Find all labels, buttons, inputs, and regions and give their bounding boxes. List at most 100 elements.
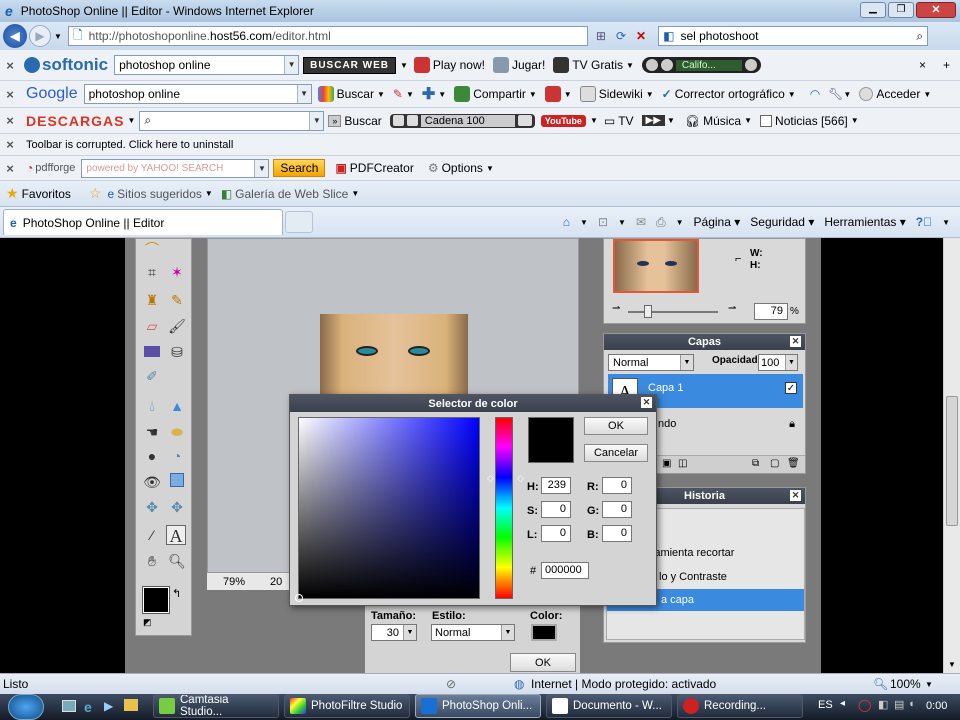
chevron-down-icon[interactable]: ▼: [309, 111, 324, 130]
refresh-icon[interactable]: ⟳: [616, 29, 626, 43]
favoritos-button[interactable]: ★ Favoritos: [6, 185, 71, 202]
close-icon[interactable]: ✕: [790, 490, 801, 501]
zoom-level[interactable]: 100%: [890, 677, 921, 691]
jugar-button[interactable]: Jugar!: [492, 57, 545, 73]
close-toolbar-icon[interactable]: ×: [0, 137, 20, 152]
back-button[interactable]: ◀: [3, 24, 27, 48]
text-ok-button[interactable]: OK: [510, 653, 576, 672]
zoom-slider[interactable]: [628, 305, 718, 318]
buscar-web-button[interactable]: BUSCAR WEB: [303, 56, 396, 74]
yahoo-search-input[interactable]: powered by YAHOO! SEARCH ▼: [81, 158, 270, 178]
cadena-station[interactable]: Cadena 100: [420, 114, 515, 127]
sharpen-tool-icon[interactable]: ▲: [167, 396, 187, 416]
descargas-buscar-button[interactable]: » Buscar: [328, 114, 382, 128]
close-icon[interactable]: ✕: [790, 336, 801, 347]
text-color-swatch[interactable]: [531, 624, 557, 641]
zoom-slider-thumb[interactable]: [644, 305, 652, 318]
close-icon[interactable]: ×: [919, 58, 926, 72]
musica-button[interactable]: 🎧︎ Música ▼: [685, 114, 752, 128]
hand-tool-icon[interactable]: ✋︎: [142, 551, 162, 571]
s-input[interactable]: 0: [541, 501, 571, 518]
seguridad-menu[interactable]: Seguridad ▾: [750, 215, 814, 229]
shape-tool-icon[interactable]: [167, 472, 187, 492]
delete-layer-icon[interactable]: 🗑︎: [787, 458, 800, 469]
home-icon[interactable]: ⌂: [563, 215, 570, 229]
hue-marker-left-icon[interactable]: ◇: [487, 473, 494, 484]
color-cancel-button[interactable]: Cancelar: [584, 444, 648, 462]
duplicate-layer-icon[interactable]: ⧉: [752, 458, 759, 469]
radio-station[interactable]: Califo...: [675, 59, 742, 71]
r-input[interactable]: 0: [602, 477, 632, 494]
acceder-button[interactable]: Acceder ▼: [859, 87, 931, 101]
chevron-down-icon[interactable]: ▼: [284, 56, 299, 74]
layer-visible-checkbox[interactable]: ✓: [785, 382, 797, 394]
radio-controls[interactable]: Cadena 100: [389, 113, 535, 128]
hex-input[interactable]: 000000: [541, 562, 589, 579]
add-icon[interactable]: +: [943, 58, 950, 72]
bucket-tool-icon[interactable]: ⛁: [167, 342, 187, 362]
hue-slider[interactable]: ◇ ◇: [487, 417, 524, 599]
chevron-down-icon[interactable]: ▼: [127, 116, 135, 125]
stop-icon[interactable]: [392, 115, 404, 126]
tv-button[interactable]: ▭ TV: [604, 114, 634, 128]
color-cursor[interactable]: [295, 594, 303, 602]
mail-icon[interactable]: ✉: [636, 215, 646, 229]
close-window-button[interactable]: ✕: [916, 2, 956, 18]
chevron-down-icon[interactable]: ▼: [400, 61, 408, 70]
plus-button[interactable]: ✚ ▼: [422, 84, 446, 104]
dodge-tool-icon[interactable]: ◔: [167, 446, 187, 466]
l-input[interactable]: 0: [541, 525, 571, 542]
show-desktop-icon[interactable]: [62, 700, 76, 712]
descargas-search-input[interactable]: ⌕ ▼: [139, 110, 325, 131]
print-icon[interactable]: ⎙: [656, 215, 666, 230]
nav-zoom-input[interactable]: 79: [754, 303, 788, 320]
play-now-button[interactable]: Play now!: [413, 57, 485, 73]
restore-button[interactable]: ❐: [888, 2, 914, 18]
new-tab-button[interactable]: [285, 211, 313, 233]
font-style-select[interactable]: Normal ▼: [431, 624, 515, 641]
play-icon[interactable]: [406, 115, 418, 126]
stop-radio-icon[interactable]: [645, 59, 658, 71]
galeria-button[interactable]: ◧ Galería de Web Slice ▼: [221, 187, 359, 201]
chevron-down-icon[interactable]: ▼: [296, 85, 311, 103]
blend-mode-select[interactable]: Normal ▼: [608, 354, 694, 371]
toolbar-corrupted-link[interactable]: Toolbar is corrupted. Click here to unin…: [26, 139, 233, 151]
replace-color-tool-icon[interactable]: ✐: [142, 366, 162, 386]
close-toolbar-icon[interactable]: ×: [0, 87, 20, 102]
search-icon[interactable]: ⌕: [916, 29, 923, 44]
tv-gratis-button[interactable]: TV Gratis ▼: [553, 57, 634, 73]
corrector-button[interactable]: ✓ Corrector ortográfico ▼: [662, 87, 796, 101]
herramientas-menu[interactable]: Herramientas ▾: [824, 215, 905, 229]
yahoo-search-button[interactable]: Search: [273, 159, 326, 177]
youtube-button[interactable]: YouTube: [540, 114, 586, 127]
volume-icon[interactable]: [744, 59, 757, 71]
pencil-tool-icon[interactable]: ✎: [167, 290, 187, 310]
tray-network-icon[interactable]: ▤: [894, 698, 904, 711]
compartir-button[interactable]: Compartir ▼: [454, 86, 537, 102]
zoom-level-icon[interactable]: 🔍︎: [873, 677, 888, 691]
translate-button[interactable]: ▼: [544, 86, 572, 102]
google-search-input[interactable]: photoshop online ▼: [83, 84, 312, 104]
tab-photoshop-online[interactable]: e PhotoShop Online || Editor: [3, 209, 283, 235]
bookmark-button[interactable]: ✎ ▼: [393, 87, 414, 101]
primary-color-swatch[interactable]: [142, 586, 170, 614]
red-eye-tool-icon[interactable]: 👁︎: [142, 472, 162, 492]
tray-arrow-icon[interactable]: ◂: [840, 698, 845, 709]
history-dropdown-icon[interactable]: ▼: [54, 32, 62, 41]
tray-volume-icon[interactable]: ◖: [908, 698, 915, 710]
move-tool-icon[interactable]: ✥: [142, 497, 162, 517]
language-indicator[interactable]: ES: [818, 699, 833, 711]
burn-tool-icon[interactable]: ●: [142, 446, 162, 466]
eraser-tool-icon[interactable]: ▱: [142, 316, 162, 336]
add-favorite-icon[interactable]: ☆: [89, 185, 102, 202]
address-input[interactable]: 🗋 http://photoshoponline. host56.com/edit…: [67, 26, 588, 46]
close-toolbar-icon[interactable]: ×: [0, 58, 20, 73]
radio-player[interactable]: Califo...: [641, 57, 761, 73]
media-icon[interactable]: ▶▶: [641, 115, 665, 126]
default-colors-icon[interactable]: ◩: [143, 617, 152, 628]
brush-tool-icon[interactable]: 🖌︎: [167, 316, 187, 336]
minimize-button[interactable]: ▁: [860, 2, 886, 18]
layer-style-icon[interactable]: ◫: [678, 458, 687, 469]
taskbar-item[interactable]: Documento - W...: [546, 694, 672, 718]
lasso-tool-icon[interactable]: ⌒: [142, 239, 162, 259]
